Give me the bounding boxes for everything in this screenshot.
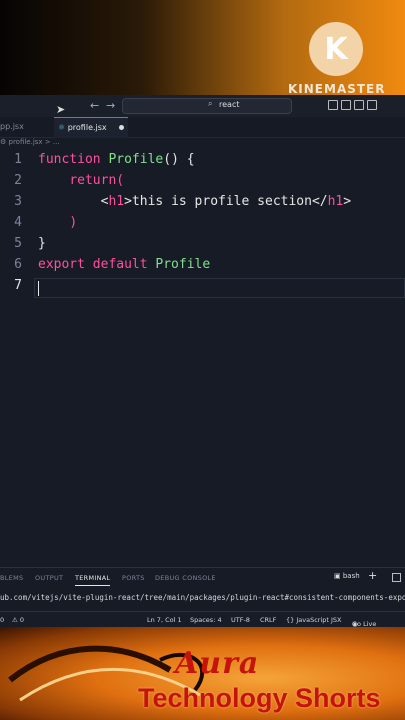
forward-arrow-icon[interactable]: → <box>106 99 115 112</box>
token-tag: h1 <box>108 194 125 209</box>
status-errors[interactable]: 0 <box>0 616 4 624</box>
search-icon: ⌕ <box>208 99 213 108</box>
breadcrumb[interactable]: ⚙ profile.jsx > ... <box>0 138 60 146</box>
code-content: function Profile() { <box>38 152 195 167</box>
line-number: 7 <box>14 278 22 293</box>
kinemaster-logo: K <box>309 22 363 76</box>
customize-layout-icon[interactable] <box>367 100 377 110</box>
code-line: 2 return( <box>0 173 405 194</box>
line-number: 2 <box>14 173 22 188</box>
react-file-icon: ⚛ <box>58 123 66 132</box>
code-content: export default Profile <box>38 257 210 272</box>
current-line-highlight <box>34 278 405 298</box>
token-punct: () { <box>163 152 195 167</box>
token-punct: } <box>38 236 46 251</box>
code-content: return( <box>38 173 124 188</box>
code-line: 3 <h1>this is profile section</h1> <box>0 194 405 215</box>
new-terminal-icon[interactable]: + <box>368 569 377 582</box>
status-bar: 0 ⚠ 0 Ln 7, Col 1 Spaces: 4 UTF-8 CRLF {… <box>0 611 405 628</box>
token-keyword: function <box>38 152 101 167</box>
terminal-icon: ▣ <box>334 572 341 580</box>
status-position[interactable]: Ln 7, Col 1 <box>147 616 182 624</box>
tab-debug-console[interactable]: DEBUG CONSOLE <box>155 574 216 582</box>
code-editor[interactable]: 1 function Profile() { 2 return( 3 <h1>t… <box>0 148 405 568</box>
tab-profile-jsx[interactable]: ⚛ profile.jsx <box>54 117 128 138</box>
code-line: 5 } <box>0 236 405 257</box>
line-number: 3 <box>14 194 22 209</box>
mouse-cursor-icon: ➤ <box>56 103 66 116</box>
tab-problems[interactable]: BLEMS <box>0 574 23 582</box>
tab-label: pp.jsx <box>0 122 24 131</box>
token-function: Profile <box>108 152 164 167</box>
status-encoding[interactable]: UTF-8 <box>231 616 250 624</box>
terminal-output: ub.com/vitejs/vite-plugin-react/tree/mai… <box>0 593 405 602</box>
line-number: 6 <box>14 257 22 272</box>
toggle-secondary-sidebar-icon[interactable] <box>354 100 364 110</box>
editor-tabs: pp.jsx ⚛ profile.jsx <box>0 117 405 138</box>
status-warnings[interactable]: ⚠ 0 <box>12 616 24 624</box>
status-language[interactable]: {} JavaScript JSX <box>286 616 341 624</box>
code-line: 6 export default Profile <box>0 257 405 278</box>
top-banner: K KINEMASTER <box>0 0 405 96</box>
layout-controls <box>328 100 377 110</box>
code-line: 1 function Profile() { <box>0 152 405 173</box>
code-content: } <box>38 236 46 251</box>
tab-label: profile.jsx <box>67 123 107 132</box>
toggle-panel-icon[interactable] <box>341 100 351 110</box>
vscode-window: ➤ ← → ⌕ react pp.jsx ⚛ profile.jsx ⚙ pro… <box>0 95 405 628</box>
line-number: 4 <box>14 215 22 230</box>
line-number: 5 <box>14 236 22 251</box>
titlebar: ➤ ← → ⌕ react <box>0 95 405 117</box>
technology-shorts-text: Technology Shorts <box>138 683 381 713</box>
search-text: react <box>219 100 240 109</box>
code-line: 4 ) <box>0 215 405 236</box>
code-line-current: 7 <box>0 278 405 299</box>
text-caret <box>38 281 39 296</box>
unsaved-dot-icon[interactable] <box>119 125 125 130</box>
token-keyword: return <box>69 173 117 188</box>
aura-brand-text: Aura <box>175 646 260 681</box>
token-punct: ( <box>116 173 125 188</box>
kinemaster-watermark: KINEMASTER <box>288 82 386 96</box>
tab-terminal[interactable]: TERMINAL <box>75 574 111 586</box>
tab-output[interactable]: OUTPUT <box>35 574 63 582</box>
tab-app-jsx[interactable]: pp.jsx <box>0 117 40 137</box>
status-spaces[interactable]: Spaces: 4 <box>190 616 222 624</box>
shell-name: bash <box>342 572 360 580</box>
token-text: this is profile section <box>131 194 312 209</box>
status-eol[interactable]: CRLF <box>260 616 276 624</box>
kinemaster-logo-letter: K <box>324 31 348 67</box>
bottom-panel: BLEMS OUTPUT TERMINAL PORTS DEBUG CONSOL… <box>0 567 405 612</box>
token-keyword: export default <box>38 257 148 272</box>
line-number: 1 <box>14 152 22 167</box>
toggle-sidebar-icon[interactable] <box>328 100 338 110</box>
token-gt: > <box>124 194 132 209</box>
token-lt: </ <box>311 194 328 209</box>
command-search-input[interactable]: ⌕ react <box>122 98 292 114</box>
terminal-shell-selector[interactable]: ▣ bash <box>334 572 360 580</box>
token-tag: h1 <box>327 194 344 209</box>
token-punct: ) <box>69 215 78 230</box>
token-function: Profile <box>155 257 211 272</box>
code-content: ) <box>38 215 77 230</box>
back-arrow-icon[interactable]: ← <box>90 99 99 112</box>
code-content: <h1>this is profile section</h1> <box>38 194 351 209</box>
token-gt: > <box>343 194 352 209</box>
tab-ports[interactable]: PORTS <box>122 574 145 582</box>
split-terminal-icon[interactable] <box>392 573 401 582</box>
